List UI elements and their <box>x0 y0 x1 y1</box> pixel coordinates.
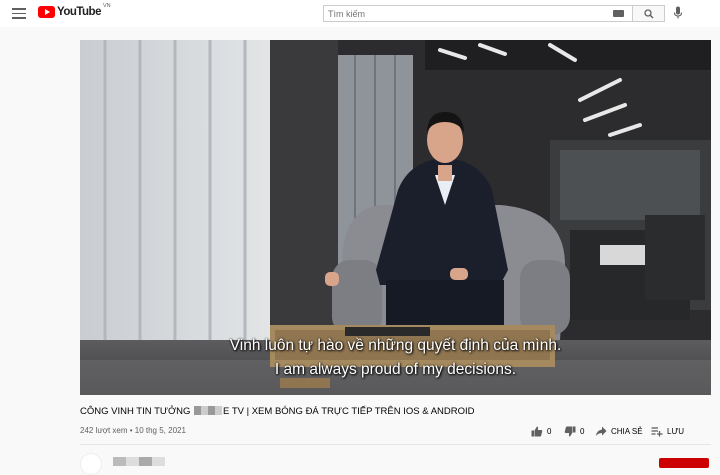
save-button[interactable]: LƯU <box>651 424 684 438</box>
search-box <box>323 5 633 22</box>
video-title: CÔNG VINH TIN TƯỞNG E TV | XEM BÓNG ĐÁ T… <box>80 406 475 417</box>
channel-avatar[interactable] <box>80 453 102 475</box>
channel-name-redacted <box>113 457 165 466</box>
thumbs-up-icon <box>531 426 543 436</box>
keyboard-icon[interactable] <box>613 10 624 17</box>
playlist-add-icon <box>651 426 663 436</box>
video-player[interactable]: Vinh luôn tự hào về những quyết định của… <box>80 40 711 395</box>
divider <box>80 444 711 445</box>
share-button[interactable]: CHIA SẺ <box>595 424 643 438</box>
country-code: VN <box>102 3 111 9</box>
thumbs-down-icon <box>564 426 576 436</box>
microphone-icon[interactable] <box>673 6 683 20</box>
video-title-prefix: CÔNG VINH TIN TƯỞNG <box>80 406 191 417</box>
share-icon <box>595 426 607 436</box>
menu-icon[interactable] <box>12 8 26 19</box>
search-input[interactable] <box>324 6 594 21</box>
play-logo-icon <box>38 6 55 18</box>
video-title-suffix: E TV | XEM BÓNG ĐÁ TRỰC TIẾP TRÊN IOS & … <box>223 406 475 417</box>
subscribe-button[interactable] <box>659 458 709 468</box>
masthead: YouTube VN <box>0 0 720 27</box>
search-button[interactable] <box>633 5 665 22</box>
video-meta: 242 lượt xem • 10 thg 5, 2021 <box>80 426 186 435</box>
search-icon <box>644 9 654 19</box>
share-label: CHIA SẺ <box>611 426 643 436</box>
logo-text: YouTube <box>57 6 101 18</box>
redacted-block <box>194 406 223 415</box>
subtitle-line-en: I am always proud of my decisions. <box>274 361 517 378</box>
youtube-logo[interactable]: YouTube VN <box>38 3 111 18</box>
like-count: 0 <box>547 426 552 436</box>
subtitle-line-vi: Vinh luôn tự hào về những quyết định của… <box>229 337 562 354</box>
save-label: LƯU <box>667 426 685 436</box>
dislike-count: 0 <box>580 426 585 436</box>
dislike-button[interactable]: 0 <box>564 424 584 438</box>
like-button[interactable]: 0 <box>531 424 551 438</box>
